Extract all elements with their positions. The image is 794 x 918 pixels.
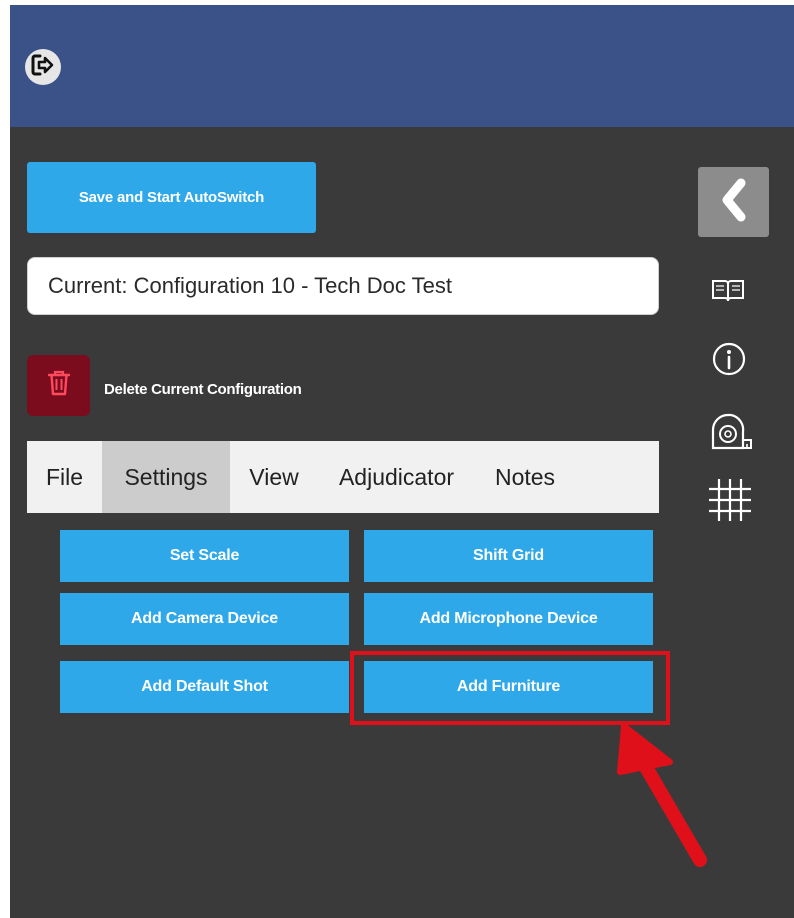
tab-adjudicator[interactable]: Adjudicator [318,441,475,513]
delete-configuration-label[interactable]: Delete Current Configuration [104,381,302,398]
tab-settings[interactable]: Settings [102,441,230,513]
save-and-start-autoswitch-button[interactable]: Save and Start AutoSwitch [27,162,316,233]
logout-arrow-icon [30,52,56,83]
tape-measure-icon[interactable] [706,411,754,455]
red-arrow-annotation [617,723,707,867]
book-icon[interactable] [708,273,748,307]
tab-file[interactable]: File [27,441,102,513]
trash-icon [46,369,72,402]
top-bar [10,5,794,127]
add-camera-device-button[interactable]: Add Camera Device [60,593,349,645]
set-scale-button[interactable]: Set Scale [60,530,349,582]
current-configuration-field[interactable]: Current: Configuration 10 - Tech Doc Tes… [27,257,659,315]
shift-grid-button[interactable]: Shift Grid [364,530,653,582]
tab-view[interactable]: View [230,441,318,513]
delete-configuration-button[interactable] [27,355,90,416]
info-icon[interactable] [710,340,748,378]
add-furniture-button[interactable]: Add Furniture [364,661,653,713]
logout-button[interactable] [25,49,61,85]
tab-bar: File Settings View Adjudicator Notes [27,441,659,513]
grid-icon[interactable] [706,475,754,525]
collapse-chevron-icon [717,177,751,228]
add-default-shot-button[interactable]: Add Default Shot [60,661,349,713]
app-window: Save and Start AutoSwitch Current: Confi… [10,5,794,918]
tab-notes[interactable]: Notes [475,441,575,513]
collapse-panel-button[interactable] [698,167,769,237]
add-microphone-device-button[interactable]: Add Microphone Device [364,593,653,645]
